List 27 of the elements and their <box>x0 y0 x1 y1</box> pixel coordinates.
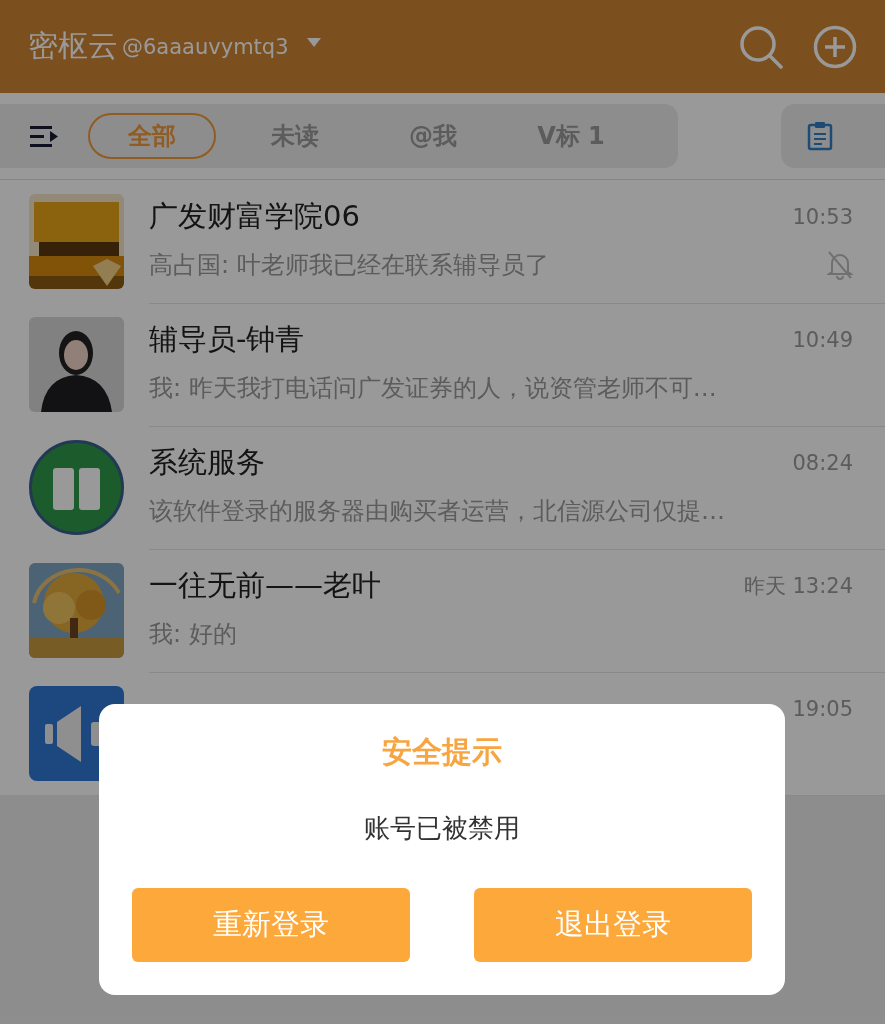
clipboard-icon <box>807 121 833 151</box>
chat-title: 系统服务 <box>149 444 265 481</box>
caret-icon[interactable] <box>306 38 321 47</box>
chat-title: 广发财富学院06 <box>149 198 360 235</box>
message-preview: 我: 昨天我打电话问广发证券的人，说资管老师不可… <box>149 373 717 404</box>
chat-title: 辅导员-钟青 <box>149 321 305 358</box>
chat-title: 一往无前——老叶 <box>149 567 381 604</box>
add-icon[interactable] <box>813 24 857 69</box>
chat-time: 10:49 <box>792 328 853 352</box>
dialog-button[interactable]: 重新登录 <box>132 888 410 962</box>
filter-tab[interactable]: 全部 <box>88 113 216 159</box>
chat-time: 08:24 <box>792 451 853 475</box>
message-preview: 该软件登录的服务器由购买者运营，北信源公司仅提… <box>149 496 725 527</box>
dialog-button[interactable]: 退出登录 <box>474 888 752 962</box>
clipboard-button[interactable] <box>781 104 885 168</box>
menu-icon[interactable] <box>30 125 58 147</box>
dialog-message: 账号已被禁用 <box>364 812 520 845</box>
chat-time: 10:53 <box>792 205 853 229</box>
book-icon <box>29 440 124 535</box>
chat-time: 昨天 13:24 <box>743 573 853 600</box>
message-preview: 高占国: 叶老师我已经在联系辅导员了 <box>149 250 549 281</box>
dialog-title: 安全提示 <box>382 733 502 771</box>
app-name: 密枢云 <box>28 27 118 65</box>
account-name[interactable]: @6aaauvymtq3 <box>122 34 289 59</box>
chat-time: 19:05 <box>792 697 853 721</box>
search-icon[interactable] <box>739 24 783 69</box>
message-preview: 我: 好的 <box>149 619 237 650</box>
